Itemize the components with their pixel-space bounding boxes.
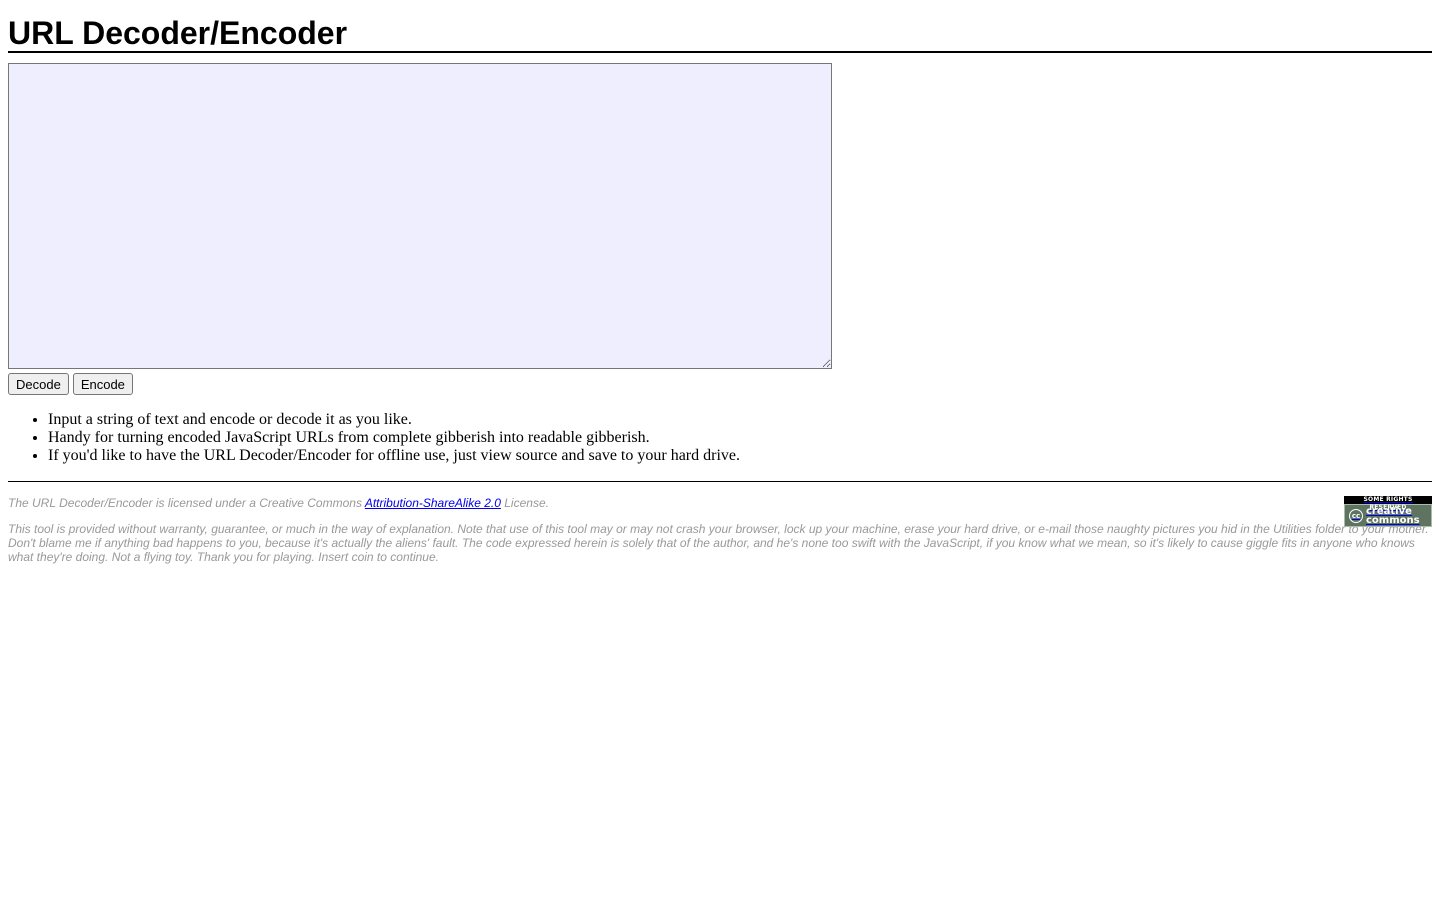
license-link[interactable]: Attribution-ShareAlike 2.0 xyxy=(365,496,501,510)
cc-wordmark-line2: commons xyxy=(1366,514,1420,526)
page-title: URL Decoder/Encoder xyxy=(8,16,1432,53)
license-prefix: The URL Decoder/Encoder is licensed unde… xyxy=(8,496,365,510)
list-item: Handy for turning encoded JavaScript URL… xyxy=(48,429,1432,447)
license-text: The URL Decoder/Encoder is licensed unde… xyxy=(8,496,1432,510)
encode-button[interactable]: Encode xyxy=(72,373,133,395)
footer: SOME RIGHTS RESERVED cc creative commons… xyxy=(8,496,1432,564)
url-text-input[interactable] xyxy=(8,63,832,369)
creative-commons-icon: cc xyxy=(1349,508,1363,523)
cc-some-rights-text: SOME RIGHTS RESERVED xyxy=(1344,496,1432,511)
page: URL Decoder/Encoder DecodeEncode Input a… xyxy=(8,0,1432,564)
cc-wordmark: creative commons xyxy=(1366,506,1420,526)
disclaimer-text: This tool is provided without warranty, … xyxy=(8,522,1429,564)
license-suffix: License. xyxy=(500,496,549,510)
creative-commons-badge[interactable]: SOME RIGHTS RESERVED cc creative commons xyxy=(1344,496,1432,527)
action-buttons: Decode Encode xyxy=(8,373,1432,395)
list-item: Input a string of text and encode or dec… xyxy=(48,411,1432,429)
list-item: If you'd like to have the URL Decoder/En… xyxy=(48,447,1432,465)
notes-list: Input a string of text and encode or dec… xyxy=(8,411,1432,465)
footer-divider xyxy=(8,481,1432,482)
decode-button[interactable]: Decode xyxy=(8,373,69,395)
cc-badge-body: cc creative commons xyxy=(1344,504,1432,527)
